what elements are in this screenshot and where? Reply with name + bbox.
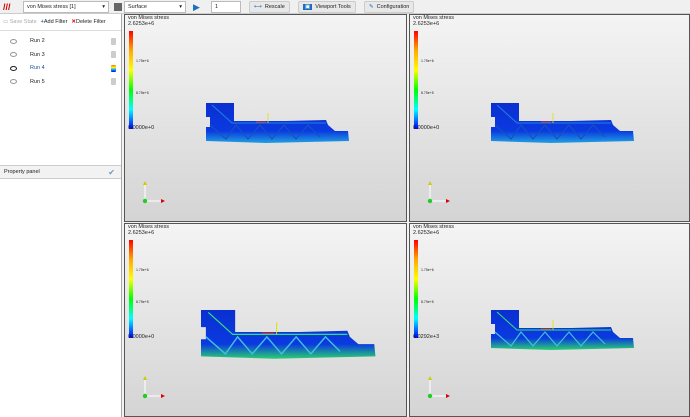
axes-triad-icon xyxy=(142,181,165,204)
field-select-value: von Mises stress [1] xyxy=(27,4,76,10)
app-logo-icon: /// xyxy=(3,2,11,12)
trash-icon[interactable] xyxy=(111,51,116,58)
field-select[interactable]: von Mises stress [1] ▾ xyxy=(23,1,109,13)
visibility-eye-icon[interactable] xyxy=(10,52,17,57)
rescale-label: Rescale xyxy=(264,4,285,10)
representation-value: Surface xyxy=(128,4,147,10)
configuration-button[interactable]: ✎ Configuration xyxy=(364,1,415,13)
trash-icon[interactable] xyxy=(111,37,116,45)
trash-icon[interactable] xyxy=(111,78,116,85)
surface-icon xyxy=(114,3,122,11)
mesh-model xyxy=(201,310,376,359)
chevron-down-icon: ▾ xyxy=(179,4,182,10)
scene xyxy=(427,103,634,204)
run-item[interactable]: Run 3 xyxy=(4,49,116,61)
configuration-label: Configuration xyxy=(376,4,410,10)
chevron-down-icon: ▾ xyxy=(102,4,105,10)
toolbar: /// von Mises stress [1] ▾ Surface ▾ ▶ 1 ⟷… xyxy=(0,0,690,14)
play-button[interactable]: ▶ xyxy=(193,1,200,13)
run-item[interactable]: Run 2 xyxy=(4,35,116,47)
frame-value: 1 xyxy=(215,4,219,10)
rescale-icon: ⟷ xyxy=(254,4,262,10)
mesh-model xyxy=(206,103,349,143)
rescale-button[interactable]: ⟷ Rescale xyxy=(249,1,290,13)
viewport-1[interactable]: von Mises stress 2.6253e+6 1.75e+6 8.75e+… xyxy=(124,14,407,222)
mesh-model xyxy=(491,310,634,350)
property-panel-label: Property panel xyxy=(4,169,40,175)
scene xyxy=(427,310,634,399)
axes-triad-icon xyxy=(427,376,450,399)
delete-filter-label: Delete Filter xyxy=(76,19,106,25)
viewport-4[interactable]: von Mises stress 2.6253e+6 1.75e+6 8.79e+… xyxy=(409,223,690,417)
representation-select[interactable]: Surface ▾ xyxy=(124,1,186,13)
add-filter-label: Add Filter xyxy=(43,19,68,25)
run-item[interactable]: Run 4 xyxy=(4,62,116,74)
delete-filter-button[interactable]: ✕Delete Filter xyxy=(71,19,105,25)
visibility-eye-icon[interactable] xyxy=(10,65,17,71)
run-label: Run 3 xyxy=(30,51,45,58)
save-state-label: Save State xyxy=(9,19,37,25)
axes-triad-icon xyxy=(142,376,165,399)
pipeline-panel: ▭ Save State +Add Filter ✕Delete Filter … xyxy=(0,14,122,417)
run-label: Run 2 xyxy=(30,38,45,44)
run-label: Run 4 xyxy=(30,65,45,71)
mesh-model xyxy=(491,103,634,143)
frame-input[interactable]: 1 xyxy=(211,1,241,13)
scene xyxy=(142,103,349,204)
save-state-button[interactable]: ▭ Save State xyxy=(3,19,37,25)
viewport-tools-label: Viewport Tools xyxy=(315,4,351,10)
visibility-eye-icon[interactable] xyxy=(10,79,17,84)
viewport-icon: ▣ xyxy=(303,4,313,10)
wrench-icon: ✎ xyxy=(369,4,374,10)
axes-triad-icon xyxy=(427,181,450,204)
run-item[interactable]: Run 5 xyxy=(4,76,116,88)
colormap-icon[interactable] xyxy=(111,64,116,72)
run-label: Run 5 xyxy=(30,78,45,85)
pipeline-toolbar: ▭ Save State +Add Filter ✕Delete Filter xyxy=(0,14,121,31)
property-panel-header[interactable]: Property panel ✔ xyxy=(0,165,121,179)
visibility-eye-icon[interactable] xyxy=(10,38,17,44)
viewport-2[interactable]: von Mises stress 2.6253e+6 1.75e+6 8.75e+… xyxy=(409,14,690,222)
viewport-3[interactable]: von Mises stress 2.6253e+6 1.75e+6 8.75e+… xyxy=(124,223,407,417)
scene xyxy=(142,310,376,399)
viewport-tools-button[interactable]: ▣ Viewport Tools xyxy=(298,1,356,13)
add-filter-button[interactable]: +Add Filter xyxy=(41,19,68,25)
check-icon: ✔ xyxy=(108,167,115,177)
